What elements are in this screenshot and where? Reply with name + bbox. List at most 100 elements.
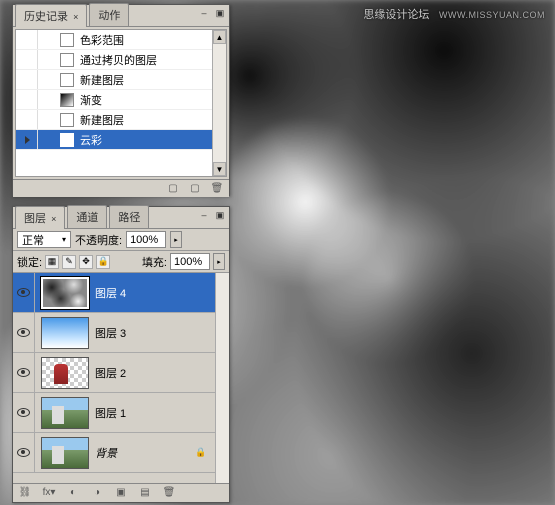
opacity-input[interactable]: 100%: [126, 231, 166, 248]
blend-mode-select[interactable]: 正常 ▾: [17, 231, 71, 248]
chevron-down-icon: ▾: [62, 235, 66, 244]
history-item[interactable]: 渐变: [16, 90, 212, 110]
document-icon: [60, 33, 74, 47]
close-icon[interactable]: ×: [73, 12, 78, 22]
layer-name[interactable]: 图层 1: [95, 405, 215, 421]
history-marker-col[interactable]: [18, 130, 38, 149]
scroll-up-icon[interactable]: ▲: [213, 30, 226, 44]
layers-scrollbar[interactable]: [215, 273, 229, 483]
watermark-text: 思缘设计论坛: [363, 9, 429, 21]
close-icon[interactable]: ×: [51, 214, 56, 224]
tab-actions[interactable]: 动作: [89, 3, 129, 26]
layers-footer: ⛓ fx▾ ◐ ◑ ▣ ▤ 🗑: [13, 483, 229, 501]
history-item[interactable]: 通过拷贝的图层: [16, 50, 212, 70]
fill-value: 100%: [174, 256, 202, 268]
history-item-label: 渐变: [80, 92, 102, 108]
opacity-value: 100%: [130, 234, 158, 246]
layer-row[interactable]: 图层 3: [13, 313, 215, 353]
tab-layers[interactable]: 图层 ×: [15, 206, 65, 229]
history-item[interactable]: 色彩范围: [16, 30, 212, 50]
visibility-toggle[interactable]: [13, 393, 35, 432]
layer-row[interactable]: 图层 4: [13, 273, 215, 313]
minimize-icon[interactable]: –: [197, 7, 211, 19]
tab-history-label: 历史记录: [24, 11, 68, 23]
layer-row[interactable]: 图层 1: [13, 393, 215, 433]
lock-icon: 🔒: [195, 447, 207, 459]
mask-icon[interactable]: ◐: [65, 486, 81, 500]
layer-row[interactable]: 背景🔒: [13, 433, 215, 473]
visibility-toggle[interactable]: [13, 273, 35, 312]
trash-icon[interactable]: 🗑: [161, 486, 177, 500]
document-icon: [60, 53, 74, 67]
layers-panel: 图层 × 通道 路径 – ▣ 正常 ▾ 不透明度: 100% ▸ 锁定: ▦ ✎…: [12, 206, 230, 503]
minimize-icon[interactable]: –: [197, 209, 211, 221]
history-scrollbar[interactable]: ▲ ▼: [212, 30, 226, 176]
visibility-toggle[interactable]: [13, 433, 35, 472]
fx-icon[interactable]: fx▾: [41, 486, 57, 500]
fill-flyout-icon[interactable]: ▸: [213, 253, 225, 270]
tab-layers-label: 图层: [24, 213, 46, 225]
folder-icon[interactable]: ▣: [113, 486, 129, 500]
history-panel: 历史记录 × 动作 – ▣ 色彩范围通过拷贝的图层新建图层渐变新建图层云彩 ▲ …: [12, 4, 230, 196]
history-item-label: 通过拷贝的图层: [80, 52, 157, 68]
tab-history[interactable]: 历史记录 ×: [15, 4, 87, 27]
tab-channels-label: 通道: [76, 212, 98, 224]
layer-thumbnail[interactable]: [41, 317, 89, 349]
layer-thumbnail[interactable]: [41, 397, 89, 429]
snapshot-icon[interactable]: ▢: [165, 182, 181, 196]
gradient-icon: [60, 93, 74, 107]
eye-icon: [17, 408, 30, 417]
visibility-toggle[interactable]: [13, 353, 35, 392]
new-snapshot-icon[interactable]: ▢: [187, 182, 203, 196]
lock-position-icon[interactable]: ✥: [79, 255, 93, 269]
layer-thumbnail[interactable]: [41, 357, 89, 389]
history-marker-col[interactable]: [18, 90, 38, 109]
tab-actions-label: 动作: [98, 10, 120, 22]
document-icon: [60, 133, 74, 147]
history-marker-col[interactable]: [18, 30, 38, 49]
history-marker-col[interactable]: [18, 110, 38, 129]
trash-icon[interactable]: 🗑: [209, 182, 225, 196]
visibility-toggle[interactable]: [13, 313, 35, 352]
layer-list: 图层 4 图层 3 图层 2 图层 1 背景🔒: [13, 273, 229, 483]
layers-tabbar: 图层 × 通道 路径 – ▣: [13, 207, 229, 229]
layer-row[interactable]: 图层 2: [13, 353, 215, 393]
history-item-label: 新建图层: [80, 72, 124, 88]
history-item[interactable]: 新建图层: [16, 70, 212, 90]
opacity-flyout-icon[interactable]: ▸: [170, 231, 182, 248]
tab-channels[interactable]: 通道: [67, 205, 107, 228]
lock-all-icon[interactable]: 🔒: [96, 255, 110, 269]
history-item[interactable]: 云彩: [16, 130, 212, 150]
tab-paths[interactable]: 路径: [109, 205, 149, 228]
eye-icon: [17, 328, 30, 337]
history-tabbar: 历史记录 × 动作 – ▣: [13, 5, 229, 27]
lock-pixels-icon[interactable]: ✎: [62, 255, 76, 269]
layer-name[interactable]: 图层 3: [95, 325, 215, 341]
watermark: 思缘设计论坛 WWW.MISSYUAN.COM: [363, 6, 545, 22]
layer-name[interactable]: 图层 4: [95, 285, 215, 301]
scroll-down-icon[interactable]: ▼: [213, 162, 226, 176]
tab-paths-label: 路径: [118, 212, 140, 224]
current-state-marker-icon: [25, 136, 30, 144]
layer-thumbnail[interactable]: [41, 437, 89, 469]
new-layer-icon[interactable]: ▤: [137, 486, 153, 500]
lock-transparent-icon[interactable]: ▦: [45, 255, 59, 269]
close-panel-icon[interactable]: ▣: [213, 7, 227, 19]
fill-label: 填充:: [142, 254, 167, 270]
fill-input[interactable]: 100%: [170, 253, 210, 270]
adjustment-icon[interactable]: ◑: [89, 486, 105, 500]
history-marker-col[interactable]: [18, 50, 38, 69]
layer-name[interactable]: 背景: [95, 445, 195, 461]
history-item-label: 新建图层: [80, 112, 124, 128]
history-item-label: 色彩范围: [80, 32, 124, 48]
lock-label: 锁定:: [17, 254, 42, 270]
layer-thumbnail[interactable]: [41, 277, 89, 309]
history-item-label: 云彩: [80, 132, 102, 148]
eye-icon: [17, 288, 30, 297]
link-icon[interactable]: ⛓: [17, 486, 33, 500]
opacity-label: 不透明度:: [75, 232, 122, 248]
history-item[interactable]: 新建图层: [16, 110, 212, 130]
layer-name[interactable]: 图层 2: [95, 365, 215, 381]
close-panel-icon[interactable]: ▣: [213, 209, 227, 221]
history-marker-col[interactable]: [18, 70, 38, 89]
